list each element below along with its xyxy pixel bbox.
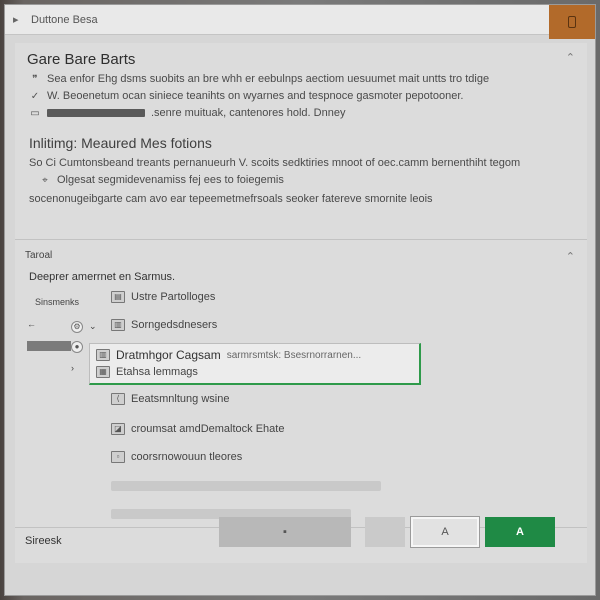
tree-item[interactable]: ▤ Ustre Partolloges [111,291,215,303]
tree-item[interactable]: ◪ croumsat amdDemaltock Ehate [111,423,284,435]
settings-panel: ⌃ Gare Bare Barts ❞ Sea enfor Ehg dsms s… [15,43,587,563]
selected-secondary: Etahsa lemmags [116,366,198,378]
primary-action-button[interactable]: ▪ [219,517,351,547]
window-title: Duttone Besa [31,13,98,26]
section-subheading: Deeprer amerrnet en Sarmus. [29,271,176,283]
chevron-down-icon[interactable]: ⌄ [89,321,97,332]
tree-item-label: Ustre Partolloges [131,291,216,303]
gear-icon[interactable]: ⚙ [71,321,83,333]
side-label: Sinsmenks [35,297,80,307]
section-label: Taroal [25,250,53,261]
section-divider [15,239,587,240]
folder-icon: ▤ [111,291,125,303]
back-arrow-icon[interactable]: ← [27,319,36,329]
tree-item[interactable]: ▥ Sorngedsdnesers [111,319,217,331]
selected-subrow[interactable]: ▦ Etahsa lemmags [96,366,198,378]
placeholder-row [111,481,381,491]
secondary-action-button[interactable] [365,517,405,547]
list-item-text: Olgesat segmidevenamiss fej ees to foieg… [57,174,284,186]
document-icon: ▥ [111,319,125,331]
list-item: ▭ .senre muituak, cantenores hold. Dnney [29,107,345,119]
format-icon: ❞ [32,73,38,85]
image-icon: ◪ [111,423,125,435]
list-item: ❞ Sea enfor Ehg dsms suobits an bre whh … [29,73,489,85]
link-icon: ⟨ [111,393,125,405]
list-item-text: socenonugeibgarte cam avo ear tepeemetme… [29,193,433,205]
redacted-field [47,109,145,117]
square-icon: ▪ [283,526,287,538]
tag-icon: ▭ [30,107,40,119]
tree-item-label: Sorngedsdnesers [131,319,218,331]
tree-item[interactable]: ▫ coorsrnowouun tleores [111,451,242,463]
tree-item-label: coorsrnowouun tleores [131,451,243,463]
list-item: ⌖ Olgesat segmidevenamiss fej ees to foi… [39,174,284,186]
file-icon: ▫ [111,451,125,463]
dialog-window: ▸ Duttone Besa ⌃ Gare Bare Barts ❞ Sea e… [4,4,596,596]
tree-item-label: croumsat amdDemaltock Ehate [131,423,285,435]
selected-label: Dratmhgor Cagsam [116,348,221,362]
bookmark-icon: ▸ [13,13,19,26]
tree-item[interactable]: ⟨ Eeatsmnltung wsine [111,393,229,405]
apply-button[interactable]: A [485,517,555,547]
list-item-text: .senre muituak, cantenores hold. Dnney [151,107,346,119]
progress-track [27,341,71,351]
list-item-text: Sea enfor Ehg dsms suobits an bre whh er… [47,73,490,85]
cancel-button[interactable]: A [411,517,479,547]
chevron-right-icon[interactable]: › [71,363,74,373]
list-item-text: W. Beoenetum ocan siniece teanihts on wy… [47,90,464,102]
chevron-up-icon[interactable]: ⌃ [566,51,575,64]
selected-row[interactable]: ▥ Dratmhgor Cagsam sarmrsmtsk: Bsesrnorr… [96,348,361,362]
chevron-up-icon[interactable]: ⌃ [566,250,575,263]
list-item-text: So Ci Cumtonsbeand treants pernanueurh V… [29,157,521,169]
tree-item-label: Eeatsmnltung wsine [131,393,230,405]
image-icon: ▦ [96,366,110,378]
list-item: socenonugeibgarte cam avo ear tepeemetme… [29,193,433,205]
footer-label: Sireesk [25,535,62,547]
radio-selected-icon[interactable]: ● [71,341,83,353]
list-item: ✓ W. Beoenetum ocan siniece teanihts on … [29,90,464,102]
section-heading: Gare Bare Barts [27,51,136,68]
check-icon: ✓ [30,90,40,102]
document-icon: ▥ [96,349,110,361]
corner-tab-button[interactable] [549,5,595,39]
title-bar: ▸ Duttone Besa [5,5,595,39]
clipboard-icon [568,16,576,28]
section-heading: Inlitimg: Meaured Mes fotions [29,135,212,151]
selected-item-box[interactable]: ▥ Dratmhgor Cagsam sarmrsmtsk: Bsesrnorr… [89,343,421,385]
list-item: So Ci Cumtonsbeand treants pernanueurh V… [29,157,520,169]
pin-icon: ⌖ [42,174,48,186]
selected-detail: sarmrsmtsk: Bsesrnorrarnen... [226,349,362,361]
